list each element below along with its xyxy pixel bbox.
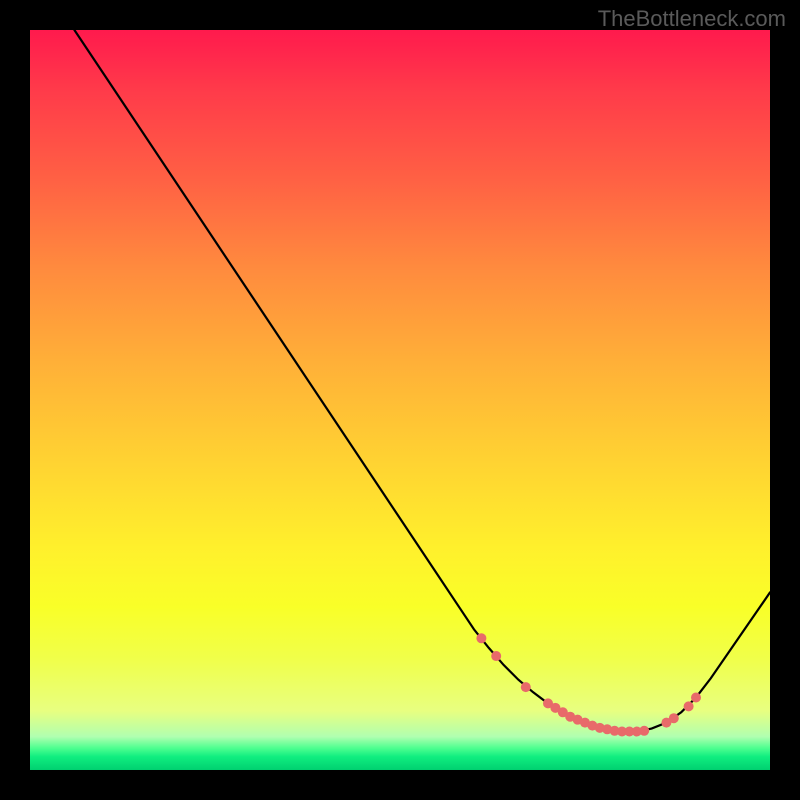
chart-marker	[521, 682, 531, 692]
chart-svg	[30, 30, 770, 770]
chart-curve	[74, 30, 770, 732]
chart-markers	[476, 633, 701, 736]
chart-marker	[684, 701, 694, 711]
chart-marker	[669, 713, 679, 723]
watermark-text: TheBottleneck.com	[598, 6, 786, 32]
chart-marker	[491, 651, 501, 661]
chart-plot-area	[30, 30, 770, 770]
chart-marker	[476, 633, 486, 643]
chart-marker	[691, 692, 701, 702]
chart-marker	[639, 726, 649, 736]
